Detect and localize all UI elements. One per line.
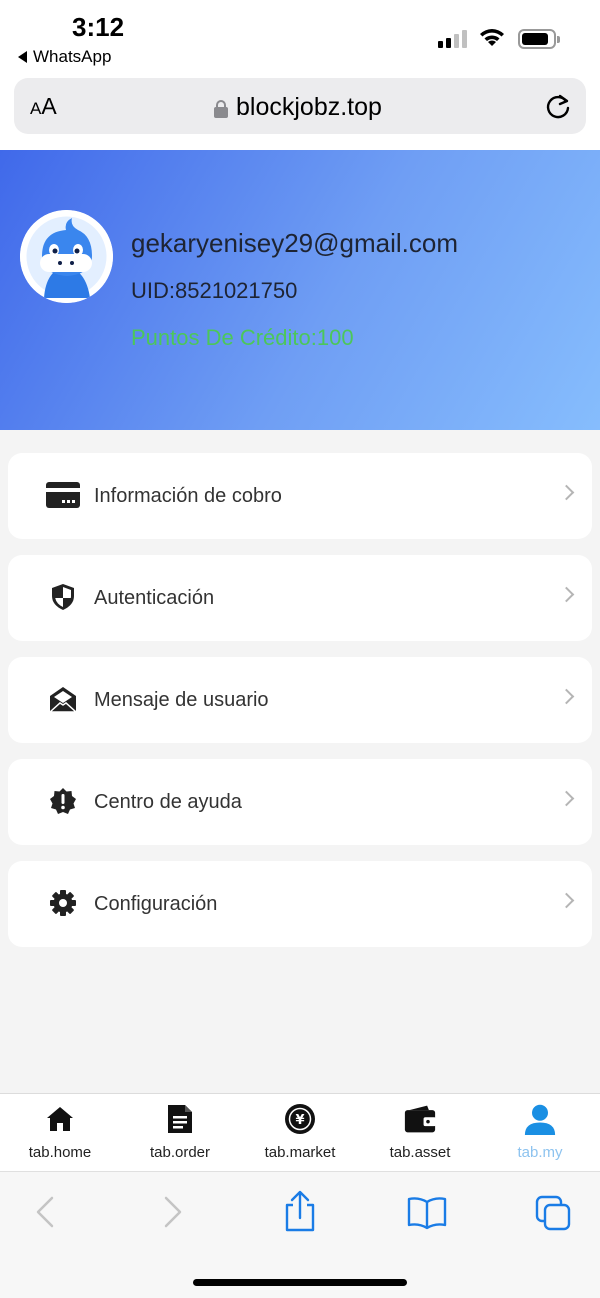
wallet-icon: [404, 1102, 436, 1136]
browser-toolbar: [0, 1171, 600, 1298]
menu-item-payment-info[interactable]: Información de cobro: [8, 453, 592, 539]
url-text: blockjobz.top: [236, 93, 382, 121]
credit-card-icon: [46, 478, 80, 512]
bottom-tab-bar: tab.home tab.order ¥ tab.market tab.asse…: [0, 1093, 600, 1171]
tab-market[interactable]: ¥ tab.market: [240, 1094, 360, 1172]
battery-icon: [518, 29, 560, 49]
address-bar[interactable]: AA blockjobz.top: [14, 78, 586, 134]
menu-item-settings[interactable]: Configuración: [8, 861, 592, 947]
user-email: gekaryenisey29@gmail.com: [131, 228, 458, 258]
menu-item-authentication[interactable]: Autenticación: [8, 555, 592, 641]
chevron-right-icon: [558, 484, 575, 501]
menu-item-user-messages[interactable]: Mensaje de usuario: [8, 657, 592, 743]
tab-asset[interactable]: tab.asset: [360, 1094, 480, 1172]
back-arrow-icon: [18, 51, 27, 63]
bookmarks-icon[interactable]: [406, 1196, 448, 1230]
home-indicator: [193, 1279, 407, 1286]
cellular-signal-icon: [438, 30, 467, 48]
tab-home[interactable]: tab.home: [0, 1094, 120, 1172]
menu-item-label: Información de cobro: [94, 484, 282, 507]
user-uid: UID:8521021750: [131, 278, 298, 303]
chevron-right-icon: [558, 790, 575, 807]
browser-address-area: AA blockjobz.top: [0, 72, 600, 150]
menu-item-label: Configuración: [94, 892, 218, 915]
lock-icon: [214, 99, 228, 118]
back-to-app-link[interactable]: WhatsApp: [18, 47, 111, 67]
chevron-right-icon: [558, 892, 575, 909]
url-display[interactable]: blockjobz.top: [214, 93, 382, 122]
tab-label: tab.home: [28, 1144, 92, 1161]
yen-coin-icon: ¥: [284, 1102, 316, 1136]
user-icon: [524, 1102, 556, 1136]
forward-chevron-icon[interactable]: [160, 1192, 186, 1232]
tab-label: tab.my: [517, 1144, 563, 1161]
reload-icon[interactable]: [544, 92, 572, 120]
mascot-avatar-icon: [20, 210, 113, 303]
text-size-button[interactable]: AA: [30, 93, 57, 120]
chevron-right-icon: [558, 586, 575, 603]
chevron-right-icon: [558, 688, 575, 705]
tab-label: tab.order: [149, 1144, 211, 1161]
alert-badge-icon: [46, 784, 80, 818]
svg-text:¥: ¥: [295, 1113, 304, 1128]
home-icon: [44, 1102, 76, 1136]
tab-my[interactable]: tab.my: [480, 1094, 600, 1172]
avatar[interactable]: [20, 210, 113, 303]
back-chevron-icon[interactable]: [32, 1192, 58, 1232]
tab-label: tab.asset: [389, 1144, 451, 1161]
settings-menu: Información de cobro Autenticación Mensa…: [8, 453, 592, 963]
menu-item-label: Autenticación: [94, 586, 215, 609]
credit-points: Puntos De Crédito:100: [131, 325, 354, 350]
document-icon: [164, 1102, 196, 1136]
menu-item-label: Mensaje de usuario: [94, 688, 269, 711]
status-bar: 3:12 WhatsApp: [0, 0, 600, 72]
envelope-open-icon: [46, 682, 80, 716]
tab-order[interactable]: tab.order: [120, 1094, 240, 1172]
gear-icon: [46, 886, 80, 920]
tab-label: tab.market: [264, 1144, 336, 1161]
menu-item-label: Centro de ayuda: [94, 790, 242, 813]
tabs-icon[interactable]: [534, 1194, 574, 1232]
wifi-icon: [480, 29, 504, 46]
profile-header: gekaryenisey29@gmail.com UID:8521021750 …: [0, 150, 600, 430]
status-time: 3:12: [72, 12, 125, 42]
back-app-label: WhatsApp: [33, 47, 112, 66]
share-icon[interactable]: [282, 1190, 318, 1232]
shield-icon: [46, 580, 80, 614]
menu-item-help-center[interactable]: Centro de ayuda: [8, 759, 592, 845]
